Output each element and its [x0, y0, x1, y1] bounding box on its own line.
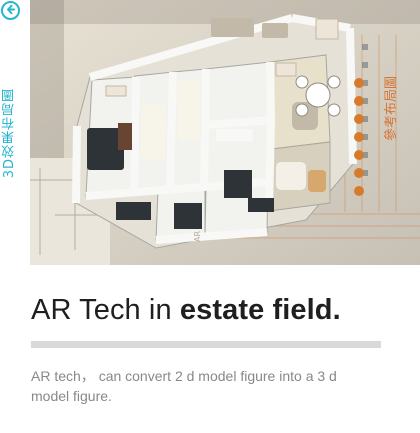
side-rail: 3D效果布局圖: [0, 0, 30, 265]
description-text: AR tech， can convert 2 d model figure in…: [31, 368, 337, 404]
headline-emphasis: estate field.: [179, 294, 341, 326]
hero-image: 參考布局圖 AR: [30, 0, 420, 265]
circle-arrow-left-icon: [5, 2, 16, 20]
svg-text:AR: AR: [193, 231, 202, 242]
floor-plan-illustration: 參考布局圖 AR: [30, 0, 420, 265]
section-divider: [31, 341, 381, 348]
back-button[interactable]: [1, 1, 20, 20]
vertical-section-label: 3D效果布局圖: [2, 88, 17, 179]
hero-overlay-text: 參考布局圖: [384, 76, 399, 141]
headline-text: AR Tech in: [31, 294, 180, 326]
page-title: AR Tech in estate field.: [31, 292, 341, 328]
